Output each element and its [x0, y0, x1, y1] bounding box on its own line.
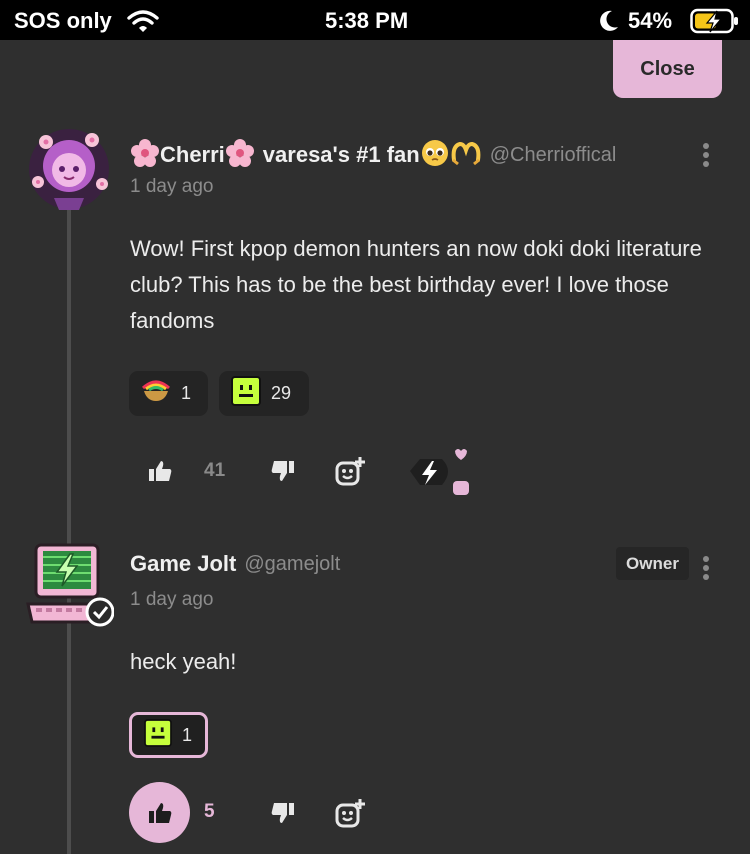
- sticker-reaction[interactable]: 29: [219, 371, 309, 416]
- cherry-blossom-icon: [225, 138, 255, 172]
- battery-charging-icon: [690, 8, 740, 40]
- reaction-count: 29: [271, 383, 292, 403]
- username[interactable]: @Cherrioffical: [490, 144, 617, 167]
- display-title[interactable]: varesa's #1 fan: [263, 142, 420, 168]
- username[interactable]: @gamejolt: [244, 553, 340, 576]
- creator-reaction-button[interactable]: [402, 443, 474, 503]
- thumbs-down-icon: [271, 461, 294, 481]
- moon-icon: [598, 9, 620, 39]
- display-name[interactable]: Cherri: [160, 142, 225, 168]
- user-avatar[interactable]: [24, 540, 114, 630]
- thumbs-up-icon: [148, 802, 171, 823]
- green-smiley-sticker-icon: [231, 376, 261, 411]
- thumbs-down-icon: [271, 803, 294, 823]
- add-sticker-icon: [335, 457, 365, 486]
- comment-header: Cherri varesa's #1 fan @Cherrioffical: [130, 138, 616, 172]
- display-name[interactable]: Game Jolt: [130, 551, 236, 577]
- dislike-button[interactable]: [269, 457, 297, 485]
- like-count[interactable]: 41: [204, 460, 225, 482]
- close-button[interactable]: Close: [613, 40, 722, 98]
- user-avatar[interactable]: [24, 124, 114, 214]
- battery-percent: 54%: [628, 8, 673, 33]
- comment-header: Game Jolt @gamejolt: [130, 551, 340, 577]
- wifi-icon: [126, 9, 160, 39]
- sticker-reaction[interactable]: 1: [129, 712, 208, 758]
- comment-timestamp[interactable]: 1 day ago: [130, 176, 213, 198]
- status-bar: SOS only 5:38 PM 54%: [0, 0, 750, 40]
- add-sticker-icon: [335, 799, 365, 828]
- gamejolt-heart-icon: [410, 449, 469, 495]
- add-sticker-button[interactable]: [333, 455, 367, 489]
- comment-text: Wow! First kpop demon hunters an now dok…: [130, 236, 702, 333]
- heart-hands-icon: [450, 138, 482, 172]
- comment-text: heck yeah!: [130, 649, 237, 674]
- carrier-text: SOS only: [14, 8, 112, 33]
- clock-text: 5:38 PM: [325, 8, 409, 33]
- more-options-icon[interactable]: [696, 140, 716, 170]
- more-options-icon[interactable]: [696, 553, 716, 583]
- like-button[interactable]: [146, 457, 174, 485]
- comment-timestamp[interactable]: 1 day ago: [130, 589, 213, 611]
- reaction-count: 1: [182, 724, 193, 745]
- thread-line: [67, 205, 71, 854]
- reaction-count: 1: [181, 383, 192, 403]
- add-sticker-button[interactable]: [333, 797, 367, 831]
- dislike-button[interactable]: [269, 799, 297, 827]
- cherry-blossom-icon: [130, 138, 160, 172]
- like-count[interactable]: 5: [204, 801, 215, 823]
- thumbs-up-icon: [149, 461, 172, 481]
- like-button[interactable]: [129, 782, 190, 843]
- pleading-face-icon: [420, 138, 450, 172]
- green-smiley-sticker-icon: [144, 718, 172, 752]
- sticker-reaction[interactable]: 1: [129, 371, 208, 416]
- owner-badge: Owner: [616, 547, 689, 580]
- rainbow-bowl-sticker-icon: [141, 380, 171, 407]
